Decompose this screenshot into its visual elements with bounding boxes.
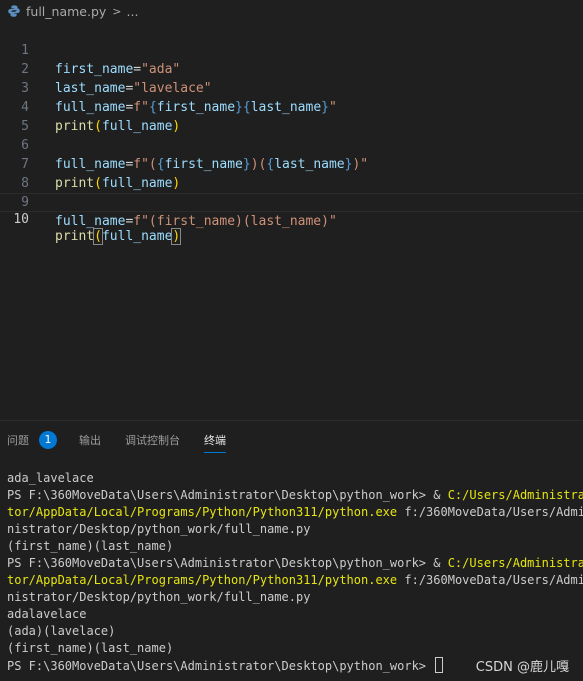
terminal-arg: f:/360MoveData/Users/Admi	[397, 573, 583, 587]
breadcrumb: full_name.py > ...	[0, 0, 583, 22]
python-file-icon	[8, 5, 20, 17]
terminal-line: tor/AppData/Local/Programs/Python/Python…	[7, 504, 583, 521]
terminal-line: nistrator/Desktop/python_work/full_name.…	[7, 522, 311, 536]
terminal-cursor	[435, 657, 444, 673]
terminal[interactable]: ada_lavelace PS F:\360MoveData\Users\Adm…	[7, 470, 583, 674]
breadcrumb-more[interactable]: ...	[127, 4, 139, 19]
watermark: CSDN @鹿儿嘎	[475, 660, 569, 675]
terminal-line: PS F:\360MoveData\Users\Administrator\De…	[7, 487, 583, 504]
code-token: full_name	[55, 214, 126, 229]
breadcrumb-file[interactable]: full_name.py	[26, 4, 106, 19]
terminal-exe: tor/AppData/Local/Programs/Python/Python…	[7, 573, 398, 587]
terminal-line: (first_name)(last_name)	[7, 641, 174, 655]
line-number: 10	[13, 212, 29, 227]
terminal-line: adalavelace	[7, 607, 87, 621]
terminal-prompt: PS F:\360MoveData\Users\Administrator\De…	[7, 488, 448, 502]
terminal-arg: f:/360MoveData/Users/Admi	[397, 505, 583, 519]
code-line: 4 print(full_name)	[0, 79, 583, 134]
terminal-prompt: PS F:\360MoveData\Users\Administrator\De…	[7, 556, 448, 570]
terminal-line: ada_lavelace	[7, 471, 94, 485]
code-line: 2 last_name="lavelace"	[0, 41, 583, 96]
terminal-prompt: PS F:\360MoveData\Users\Administrator\De…	[7, 659, 434, 673]
terminal-line: (first_name)(last_name)	[7, 539, 174, 553]
panel-tabs: 问题 1 输出 调试控制台 终端	[0, 421, 583, 457]
terminal-exe: C:/Users/Administra	[447, 488, 583, 502]
tab-output[interactable]: 输出	[79, 432, 101, 452]
code-editor[interactable]: 1 first_name="ada" 2 last_name="lavelace…	[0, 22, 583, 420]
terminal-line: nistrator/Desktop/python_work/full_name.…	[7, 590, 311, 604]
chevron-right-icon: >	[112, 4, 122, 18]
code-token: f"(first_name)(last_name)"	[133, 214, 337, 229]
code-line: 6 full_name=f"({first_name})({last_name}…	[0, 117, 583, 172]
code-token: )	[171, 228, 182, 245]
terminal-line: tor/AppData/Local/Programs/Python/Python…	[7, 572, 583, 589]
code-line: 5	[0, 98, 583, 134]
tab-debug-console[interactable]: 调试控制台	[125, 432, 180, 452]
terminal-exe: C:/Users/Administra	[447, 556, 583, 570]
code-line: 3 full_name=f"{first_name}{last_name}"	[0, 60, 583, 115]
code-token: full_name	[101, 229, 173, 244]
terminal-line: (ada)(lavelace)	[7, 624, 116, 638]
tab-problems[interactable]: 问题	[7, 432, 29, 452]
tab-terminal[interactable]: 终端	[204, 432, 226, 453]
code-line-active: 10 print(full_name)	[0, 193, 583, 245]
code-line: 8	[0, 155, 583, 191]
code-line: 1 first_name="ada"	[0, 22, 583, 77]
code-line: 9 full_name=f"(first_name)(last_name)"	[0, 174, 583, 229]
code-token: (	[93, 228, 103, 245]
code-token: print	[55, 229, 95, 244]
code-line: 7 print(full_name)	[0, 136, 583, 191]
terminal-exe: tor/AppData/Local/Programs/Python/Python…	[7, 505, 398, 519]
problems-count-badge: 1	[39, 431, 57, 449]
terminal-line: PS F:\360MoveData\Users\Administrator\De…	[7, 555, 583, 572]
